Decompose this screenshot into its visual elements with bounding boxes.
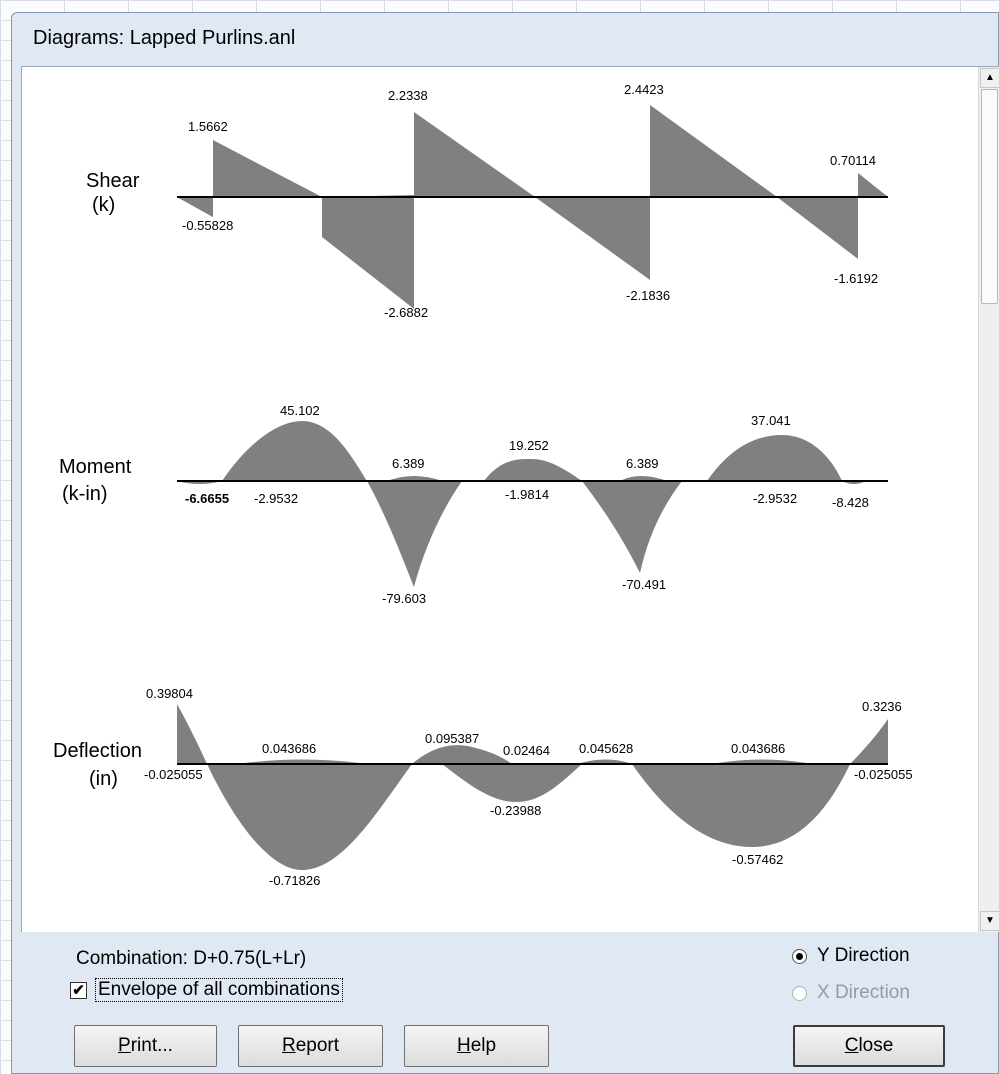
title-bar[interactable]: Diagrams: Lapped Purlins.anl [12, 13, 998, 63]
help-label: elp [470, 1035, 497, 1056]
deflection-value: -0.23988 [490, 803, 541, 818]
x-direction-radio-row: X Direction [792, 982, 910, 1004]
shear-value: -1.6192 [834, 271, 878, 286]
report-accel: R [281, 1035, 296, 1056]
vertical-scrollbar[interactable]: ▲ ▼ [978, 67, 999, 932]
diagrams-svg: Shear (k) 1.5662 -0.55828 2.2338 -2.6882… [53, 82, 913, 888]
deflection-value: -0.025055 [144, 767, 203, 782]
shear-diagram: Shear (k) 1.5662 -0.55828 2.2338 -2.6882… [86, 82, 888, 320]
x-direction-radio [792, 985, 807, 1001]
moment-value: -8.428 [832, 495, 869, 510]
print-button[interactable]: Print... [74, 1025, 217, 1067]
moment-value: -6.6655 [185, 491, 229, 506]
shear-value: 1.5662 [188, 119, 228, 134]
deflection-value: 0.095387 [425, 731, 479, 746]
moment-diagram: Moment (k-in) 45.102 -6.6655 -2.9532 6.3… [59, 403, 888, 606]
report-button[interactable]: Report [238, 1025, 383, 1067]
x-direction-label: X Direction [817, 982, 910, 1003]
deflection-value: 0.043686 [262, 741, 316, 756]
shear-value: 2.2338 [388, 88, 428, 103]
envelope-checkbox-row[interactable]: ✔ Envelope of all combinations [70, 978, 343, 1002]
envelope-checkbox[interactable]: ✔ [70, 981, 87, 999]
envelope-label[interactable]: Envelope of all combinations [95, 978, 343, 1002]
moment-label: Moment [59, 456, 132, 478]
moment-value: 6.389 [392, 456, 425, 471]
deflection-label: Deflection [53, 740, 142, 762]
scroll-up-icon[interactable]: ▲ [980, 68, 999, 88]
moment-value: 6.389 [626, 456, 659, 471]
shear-fill [177, 105, 888, 309]
shear-value: -2.1836 [626, 288, 670, 303]
moment-value: -2.9532 [753, 491, 797, 506]
shear-value: 0.70114 [830, 153, 876, 168]
moment-value: -1.9814 [505, 487, 549, 502]
print-accel: P [118, 1035, 131, 1056]
scroll-down-icon[interactable]: ▼ [980, 911, 999, 931]
shear-value: 2.4423 [624, 82, 664, 97]
moment-value: -2.9532 [254, 491, 298, 506]
diagrams-dialog: Diagrams: Lapped Purlins.anl Shear (k) 1… [11, 12, 999, 1074]
moment-value: 37.041 [751, 413, 791, 428]
deflection-value: 0.045628 [579, 741, 633, 756]
deflection-value: -0.57462 [732, 852, 783, 867]
shear-label: Shear [86, 170, 140, 192]
moment-unit: (k-in) [62, 483, 108, 505]
print-label: rint... [130, 1035, 173, 1056]
help-accel: H [456, 1035, 471, 1056]
shear-value: -0.55828 [182, 218, 233, 233]
deflection-value: -0.71826 [269, 873, 320, 888]
y-direction-radio[interactable] [792, 948, 807, 964]
deflection-value: -0.025055 [854, 767, 913, 782]
deflection-unit: (in) [89, 768, 118, 790]
close-button[interactable]: Close [793, 1025, 945, 1067]
diagram-canvas: Shear (k) 1.5662 -0.55828 2.2338 -2.6882… [21, 66, 999, 932]
deflection-value: 0.39804 [146, 686, 193, 701]
moment-value: 45.102 [280, 403, 320, 418]
scrollbar-thumb[interactable] [981, 89, 998, 304]
close-accel: C [844, 1035, 859, 1056]
help-button[interactable]: Help [404, 1025, 549, 1067]
y-direction-label[interactable]: Y Direction [817, 945, 910, 967]
y-direction-radio-row[interactable]: Y Direction [792, 945, 910, 967]
deflection-diagram: Deflection (in) 0.39804 -0.025055 0.0436… [53, 686, 913, 888]
combination-label: Combination: D+0.75(L+Lr) [76, 948, 307, 969]
report-label: eport [295, 1035, 340, 1056]
moment-value: 19.252 [509, 438, 549, 453]
deflection-value: 0.043686 [731, 741, 785, 756]
moment-value: -70.491 [622, 577, 666, 592]
window-title: Diagrams: Lapped Purlins.anl [33, 26, 296, 49]
shear-unit: (k) [92, 194, 115, 216]
close-label: lose [858, 1035, 894, 1056]
moment-value: -79.603 [382, 591, 426, 606]
deflection-value: 0.3236 [862, 699, 902, 714]
deflection-fill [177, 704, 888, 870]
controls-panel: Combination: D+0.75(L+Lr) ✔ Envelope of … [12, 932, 998, 1073]
deflection-value: 0.02464 [503, 743, 550, 758]
shear-value: -2.6882 [384, 305, 428, 320]
